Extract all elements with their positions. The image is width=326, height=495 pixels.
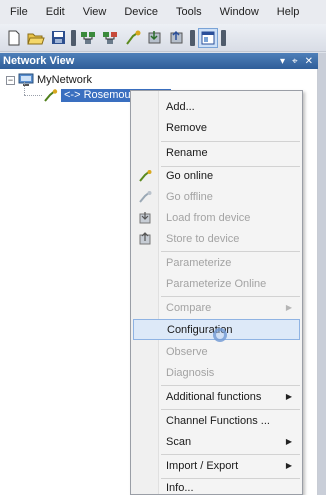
menu-item-label: Remove [166, 121, 207, 134]
network-icon [18, 73, 34, 86]
go-online-icon[interactable] [123, 28, 143, 48]
menu-window[interactable]: Window [211, 0, 268, 24]
menu-item-label: Compare [166, 301, 212, 314]
load-from-device-icon[interactable] [145, 28, 165, 48]
menu-item-label: Go offline [166, 190, 213, 203]
submenu-arrow-icon: ▶ [285, 303, 292, 312]
menu-item-label: Scan [166, 435, 192, 448]
open-icon[interactable] [26, 28, 46, 48]
store-to-device-icon [133, 228, 158, 249]
submenu-arrow-icon: ▶ [285, 437, 292, 446]
device-icon [44, 88, 58, 102]
load-from-device-icon [133, 207, 158, 228]
menu-item-label: Parameterize [166, 256, 232, 269]
menu-item-store-to-device[interactable]: Store to device [133, 228, 300, 249]
menu-item-compare[interactable]: Compare ▶ [133, 297, 300, 318]
menu-help[interactable]: Help [268, 0, 309, 24]
toolbar [0, 24, 326, 52]
network-view-icon[interactable] [198, 27, 218, 48]
menu-item-go-online[interactable]: Go online [133, 165, 300, 186]
menu-item-scan[interactable]: Scan ▶ [133, 431, 300, 452]
tree-connector [24, 95, 42, 96]
menu-item-info[interactable]: Info... [133, 477, 300, 495]
pin-icon[interactable]: ⌖ [292, 56, 298, 67]
toolbar-separator [189, 28, 196, 48]
menu-item-go-offline[interactable]: Go offline [133, 186, 300, 207]
tree-connector [24, 82, 25, 95]
menu-item-label: Diagnosis [166, 366, 215, 379]
submenu-arrow-icon: ▶ [285, 461, 292, 470]
go-offline-icon [133, 186, 158, 207]
dropdown-icon[interactable]: ▾ [280, 56, 285, 67]
menu-item-label: Channel Functions ... [166, 414, 270, 427]
menu-item-observe[interactable]: Observe [133, 341, 300, 362]
go-online-icon [133, 165, 158, 186]
menu-item-label: Additional functions [166, 390, 262, 403]
menu-file[interactable]: File [0, 0, 37, 24]
menu-item-diagnosis[interactable]: Diagnosis [133, 362, 300, 383]
mouse-cursor-highlight [213, 328, 227, 342]
network-view-header: Network View ▾ ⌖ ✕ [0, 53, 318, 69]
menu-bar: File Edit View Device Tools Window Help [0, 0, 326, 24]
menu-item-channel-functions[interactable]: Channel Functions ... [133, 410, 300, 431]
menu-view[interactable]: View [74, 0, 116, 24]
menu-item-label: Observe [166, 345, 208, 358]
menu-item-label: Parameterize Online [166, 277, 267, 290]
collapse-icon[interactable]: − [6, 75, 15, 85]
panel-title: Network View [3, 55, 75, 67]
menu-item-label: Store to device [166, 232, 240, 245]
menu-item-label: Add... [166, 100, 195, 113]
menu-edit[interactable]: Edit [37, 0, 74, 24]
menu-tools[interactable]: Tools [167, 0, 211, 24]
menu-item-label: Go online [166, 169, 214, 182]
menu-item-label: Import / Export [166, 459, 239, 472]
menu-item-label: Info... [166, 481, 194, 494]
network-scan-icon[interactable] [79, 28, 99, 48]
tree-root-label: MyNetwork [37, 74, 93, 86]
menu-item-add[interactable]: Add... [133, 96, 300, 117]
menu-item-parameterize[interactable]: Parameterize [133, 252, 300, 273]
menu-device[interactable]: Device [115, 0, 167, 24]
menu-item-rename[interactable]: Rename [133, 142, 300, 163]
menu-item-load-from-device[interactable]: Load from device [133, 207, 300, 228]
tree-node-mynetwork[interactable]: − MyNetwork [6, 73, 92, 87]
network-config-icon[interactable] [101, 28, 121, 48]
store-to-device-icon[interactable] [167, 28, 187, 48]
new-icon[interactable] [4, 28, 24, 48]
menu-item-additional-functions[interactable]: Additional functions ▶ [133, 386, 300, 407]
toolbar-separator [220, 28, 227, 48]
close-icon[interactable]: ✕ [305, 56, 313, 67]
context-menu: Add... Remove Rename Go online Go offlin… [130, 90, 303, 495]
toolbar-separator [70, 28, 77, 48]
menu-item-import-export[interactable]: Import / Export ▶ [133, 455, 300, 476]
menu-item-label: Load from device [166, 211, 251, 224]
menu-item-label: Rename [166, 146, 208, 159]
save-icon[interactable] [48, 28, 68, 48]
menu-item-parameterize-online[interactable]: Parameterize Online [133, 273, 300, 294]
submenu-arrow-icon: ▶ [285, 392, 292, 401]
menu-item-remove[interactable]: Remove [133, 117, 300, 138]
side-strip [318, 53, 326, 495]
